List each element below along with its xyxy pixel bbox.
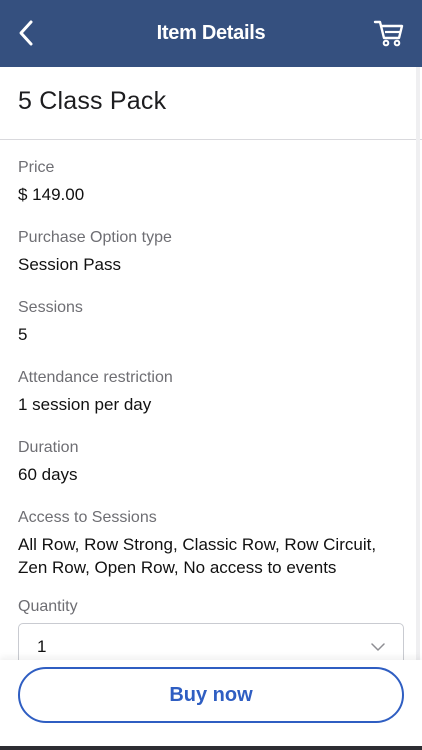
field-value: 5 — [18, 325, 28, 344]
quantity-label: Quantity — [18, 598, 78, 615]
cart-icon — [373, 20, 404, 47]
field-value: 60 days — [18, 465, 78, 484]
quantity-value: 1 — [37, 637, 47, 656]
field-label: Sessions — [18, 299, 83, 316]
product-name: 5 Class Pack — [18, 87, 167, 115]
chevron-left-icon — [19, 20, 33, 46]
attendance-restriction-field: Attendance restriction 1 session per day — [18, 368, 404, 416]
scrollbar[interactable] — [416, 67, 420, 660]
cart-button[interactable] — [372, 16, 406, 50]
duration-field: Duration 60 days — [18, 438, 404, 486]
field-label: Price — [18, 159, 55, 176]
sessions-field: Sessions 5 — [18, 298, 404, 346]
footer-bar: Buy now — [0, 660, 422, 750]
field-label: Duration — [18, 439, 79, 456]
price-field: Price $ 149.00 — [18, 158, 404, 206]
field-value: $ 149.00 — [18, 185, 85, 204]
chevron-down-icon — [371, 642, 385, 651]
field-value: Session Pass — [18, 255, 121, 274]
app-header: Item Details — [0, 0, 422, 67]
field-label: Access to Sessions — [18, 509, 157, 526]
field-label: Attendance restriction — [18, 369, 173, 386]
page-title: Item Details — [156, 22, 266, 44]
buy-now-label: Buy now — [169, 683, 253, 706]
item-details-scroll[interactable]: 5 Class Pack Price $ 149.00 Purchase Opt… — [0, 67, 422, 660]
purchase-option-type-field: Purchase Option type Session Pass — [18, 228, 404, 276]
access-to-sessions-field: Access to Sessions All Row, Row Strong, … — [18, 508, 404, 579]
product-title-section: 5 Class Pack — [0, 67, 422, 140]
buy-now-button[interactable]: Buy now — [18, 667, 404, 723]
details-list: Price $ 149.00 Purchase Option type Sess… — [0, 140, 422, 660]
back-button[interactable] — [12, 16, 40, 50]
field-value: 1 session per day — [18, 395, 152, 414]
field-value: All Row, Row Strong, Classic Row, Row Ci… — [18, 535, 377, 577]
field-label: Purchase Option type — [18, 229, 172, 246]
quantity-select[interactable]: 1 — [18, 623, 404, 660]
home-indicator-bar — [0, 746, 422, 750]
